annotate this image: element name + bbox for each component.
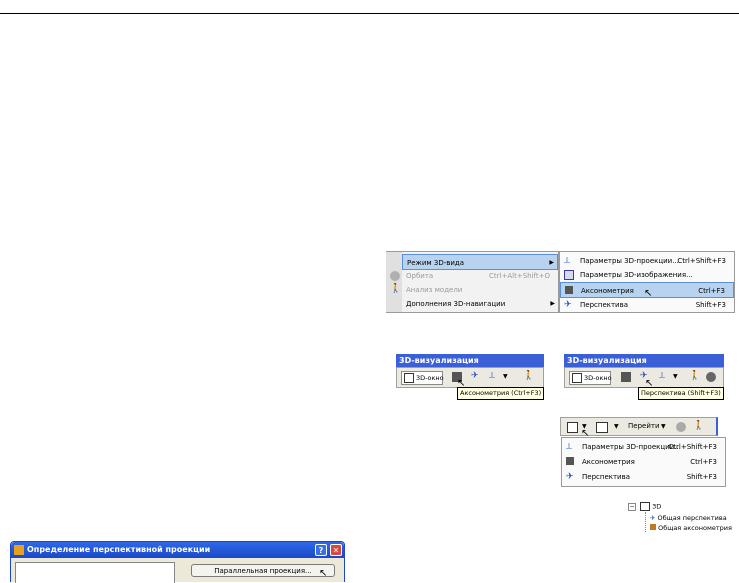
collapse-toggle-icon[interactable]: − bbox=[628, 502, 636, 511]
preview-area bbox=[15, 562, 175, 583]
perspective-projection-dialog: Определение перспективной проекции ? ✕ П… bbox=[10, 541, 345, 583]
toolbar-title: 3D-визуализация bbox=[396, 354, 544, 367]
parallel-projection-button[interactable]: Параллельная проекция... bbox=[191, 564, 335, 577]
axes-icon: ⟂ bbox=[566, 442, 573, 452]
view-mode-menu: Режим 3D-вида ▶ Орбита Ctrl+Alt+Shift+O … bbox=[386, 251, 559, 313]
app-icon bbox=[14, 545, 24, 555]
tooltip-perspective: Перспектива (Shift+F3) bbox=[638, 387, 724, 400]
chevron-down-icon[interactable]: ▼ bbox=[614, 422, 619, 432]
orbit-icon[interactable] bbox=[706, 372, 716, 382]
dropdown-item-perspective[interactable]: ✈ Перспектива Shift+F3 bbox=[562, 469, 725, 485]
mouse-cursor-icon: ↖ bbox=[319, 568, 328, 579]
walk-figure-icon[interactable]: 🚶 bbox=[523, 371, 534, 381]
toolbar-3d-visualization-axonometry: 3D-визуализация 3D-окно ✈ ⟂ ▼ 🚶 ↖ bbox=[396, 354, 544, 389]
walk-figure-icon[interactable]: 🚶 bbox=[689, 371, 700, 381]
cube-icon bbox=[650, 524, 656, 530]
chevron-down-icon[interactable]: ▼ bbox=[673, 372, 678, 382]
menu-item-label: Дополнения 3D-навигации bbox=[406, 300, 506, 308]
menu-item-label: Параметры 3D-проекции... bbox=[582, 443, 681, 451]
orbit-icon bbox=[390, 271, 400, 281]
submenu-item-perspective[interactable]: ✈ Перспектива Shift+F3 bbox=[560, 297, 734, 313]
menu-item-label: Перспектива bbox=[582, 473, 631, 481]
walk-figure-icon[interactable]: 🚶 bbox=[693, 421, 704, 431]
camera-icon: ✈ bbox=[650, 514, 656, 522]
3d-window-label: 3D-окно bbox=[584, 374, 612, 382]
mouse-cursor-icon: ↖ bbox=[644, 288, 653, 299]
menu-item-label: Параметры 3D-изображения... bbox=[580, 271, 693, 279]
3d-window-icon[interactable] bbox=[567, 422, 578, 433]
chevron-down-icon[interactable]: ▼ bbox=[661, 422, 666, 432]
3d-window-icon bbox=[640, 502, 651, 511]
tooltip-axonometry: Аксонометрия (Ctrl+F3) bbox=[457, 387, 545, 400]
axes-icon[interactable]: ⟂ bbox=[659, 371, 665, 381]
submenu-item-image-params[interactable]: Параметры 3D-изображения... bbox=[560, 267, 734, 283]
camera-icon[interactable]: ✈ bbox=[471, 371, 479, 381]
menu-item-label: Аксонометрия bbox=[582, 458, 635, 466]
menu-item-shortcut: Shift+F3 bbox=[686, 473, 717, 481]
3d-window-button[interactable]: 3D-окно bbox=[569, 371, 612, 385]
toolbar-strip: 3D-окно ✈ ⟂ ▼ 🚶 ↖ bbox=[564, 367, 724, 389]
tree-item-general-perspective[interactable]: ✈ Общая перспектива bbox=[650, 514, 727, 523]
cube-icon[interactable] bbox=[621, 372, 631, 382]
tree-item-general-axonometry[interactable]: Общая аксонометрия bbox=[650, 524, 732, 533]
dropdown-item-projection-params[interactable]: ⟂ Параметры 3D-проекции... Ctrl+Shift+F3 bbox=[562, 439, 725, 455]
layout-icon[interactable] bbox=[596, 422, 608, 433]
navigator-tree: − 3D ✈ Общая перспектива Общая аксономет… bbox=[628, 502, 738, 536]
menu-item-shortcut: Ctrl+Shift+F3 bbox=[668, 443, 717, 451]
dialog-titlebar: Определение перспективной проекции ? ✕ bbox=[11, 542, 344, 558]
view-mode-submenu: ⟂ Параметры 3D-проекции... Ctrl+Shift+F3… bbox=[559, 251, 735, 313]
3d-window-label: 3D-окно bbox=[416, 374, 444, 382]
3d-window-icon bbox=[572, 373, 582, 383]
orbit-icon[interactable] bbox=[676, 422, 686, 432]
tree-item-3d[interactable]: − 3D bbox=[628, 502, 661, 511]
help-button[interactable]: ? bbox=[315, 544, 327, 556]
close-button[interactable]: ✕ bbox=[330, 544, 342, 556]
dialog-title: Определение перспективной проекции bbox=[27, 545, 211, 554]
axes-icon[interactable]: ⟂ bbox=[489, 371, 495, 381]
tree-item-label: Общая перспектива bbox=[657, 514, 727, 522]
submenu-arrow-icon: ▶ bbox=[550, 300, 555, 307]
toolbar-title: 3D-визуализация bbox=[564, 354, 724, 367]
navigation-dropdown: ⟂ Параметры 3D-проекции... Ctrl+Shift+F3… bbox=[561, 437, 726, 487]
menu-item-label: Перспектива bbox=[580, 301, 629, 309]
dropdown-item-axonometry[interactable]: Аксонометрия Ctrl+F3 bbox=[562, 454, 725, 470]
chevron-down-icon[interactable]: ▼ bbox=[503, 372, 508, 382]
toolbar-strip: 3D-окно ✈ ⟂ ▼ 🚶 ↖ bbox=[396, 367, 544, 389]
menu-item-shortcut: Ctrl+F3 bbox=[690, 458, 717, 466]
tree-connector-vertical bbox=[645, 512, 646, 532]
walk-figure-icon: 🚶 bbox=[390, 284, 402, 294]
cube-icon bbox=[566, 457, 574, 465]
tree-item-label: 3D bbox=[652, 502, 662, 511]
page-top-rule bbox=[0, 13, 739, 14]
navigation-toolbar: ▼ ▼ Перейти ▼ 🚶 ↖ bbox=[560, 417, 718, 439]
axes-icon: ⟂ bbox=[564, 256, 571, 266]
menu-item-shortcut: Shift+F3 bbox=[695, 301, 726, 309]
camera-icon: ✈ bbox=[566, 472, 574, 482]
tree-item-label: Общая аксонометрия bbox=[658, 524, 732, 532]
goto-button[interactable]: Перейти bbox=[628, 422, 660, 430]
image-settings-icon bbox=[564, 270, 574, 280]
3d-window-button[interactable]: 3D-окно bbox=[401, 371, 444, 385]
menu-item-3d-navigation-extras[interactable]: Дополнения 3D-навигации ▶ bbox=[386, 296, 558, 312]
cube-icon bbox=[565, 286, 573, 294]
camera-icon: ✈ bbox=[564, 300, 572, 310]
3d-window-icon bbox=[404, 373, 414, 383]
toolbar-3d-visualization-perspective: 3D-визуализация 3D-окно ✈ ⟂ ▼ 🚶 ↖ bbox=[564, 354, 724, 389]
